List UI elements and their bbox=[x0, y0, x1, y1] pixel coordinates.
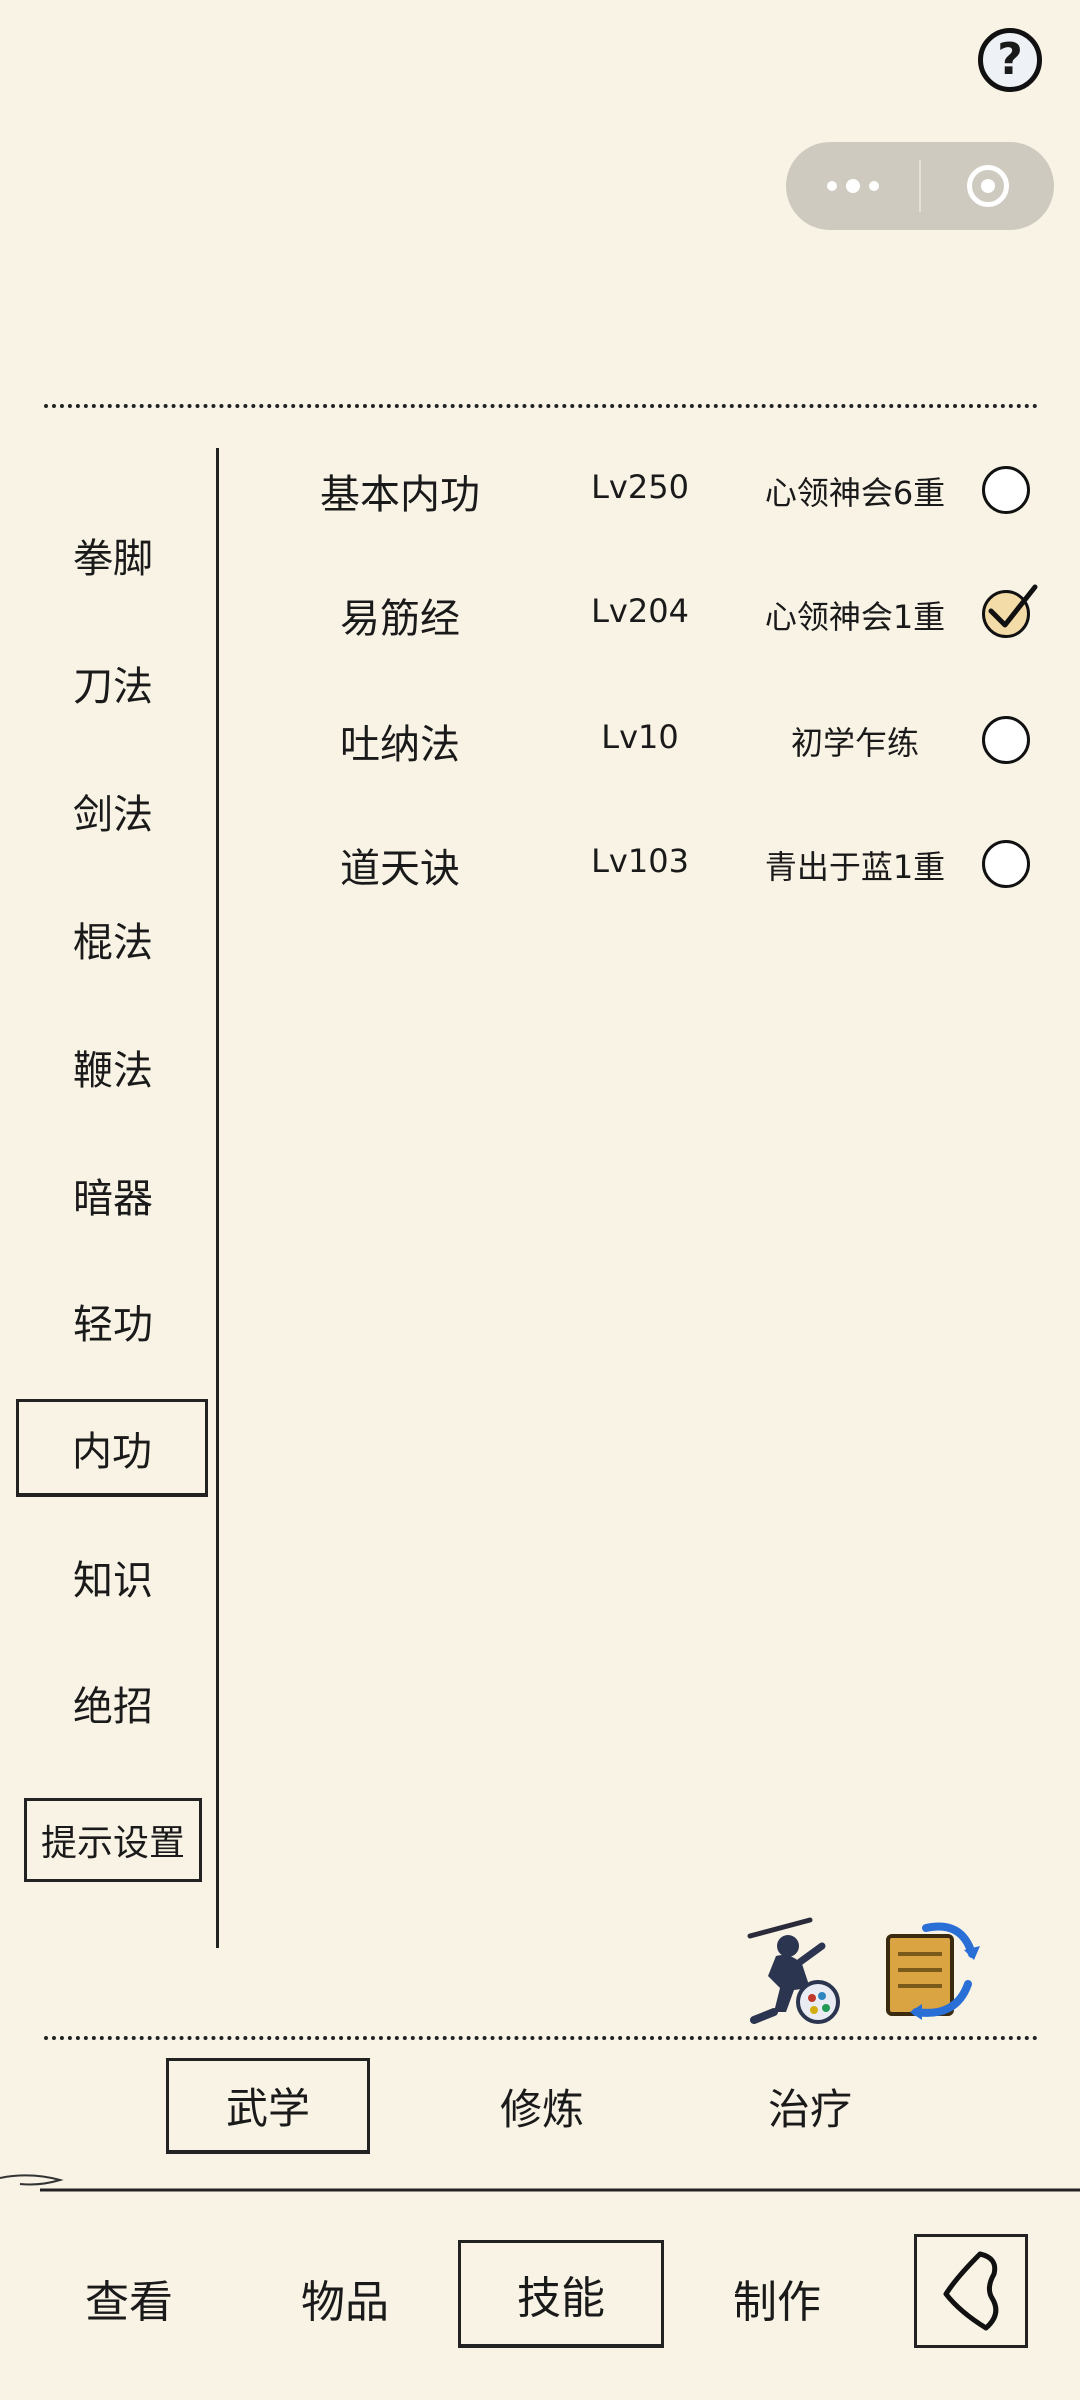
nav-wupin[interactable]: 物品 bbox=[242, 2248, 448, 2348]
tab-zhiliao[interactable]: 治疗 bbox=[708, 2058, 912, 2154]
skill-select-radio[interactable] bbox=[982, 584, 1038, 638]
skill-select-radio[interactable] bbox=[982, 716, 1030, 764]
back-arrow-icon bbox=[943, 2251, 999, 2331]
skill-level: Lv204 bbox=[591, 592, 689, 630]
skill-name: 道天诀 bbox=[340, 846, 460, 892]
tab-xiulian[interactable]: 修炼 bbox=[440, 2058, 644, 2154]
skill-level: Lv250 bbox=[591, 468, 689, 506]
skill-name: 吐纳法 bbox=[340, 722, 460, 768]
checkmark-icon bbox=[988, 584, 1038, 628]
sidebar-item-anqi[interactable]: 暗器 bbox=[24, 1154, 202, 1236]
skill-row[interactable]: 道天诀 Lv103 青出于蓝1重 bbox=[220, 822, 1070, 902]
bottom-dotted-divider bbox=[44, 2036, 1038, 2040]
nav-zhizuo[interactable]: 制作 bbox=[674, 2248, 880, 2348]
ninja-fighter-icon[interactable] bbox=[740, 1916, 844, 2026]
target-circle-icon bbox=[966, 165, 1009, 207]
sidebar-item-gunfa[interactable]: 棍法 bbox=[24, 898, 202, 980]
skill-select-radio[interactable] bbox=[982, 466, 1030, 514]
skill-state: 心领神会6重 bbox=[764, 474, 946, 512]
skill-name: 基本内功 bbox=[320, 472, 480, 518]
sidebar-item-bianfa[interactable]: 鞭法 bbox=[24, 1026, 202, 1108]
sidebar-item-neigong[interactable]: 内功 bbox=[16, 1399, 208, 1497]
skill-level: Lv10 bbox=[601, 718, 679, 756]
skill-row[interactable]: 基本内功 Lv250 心领神会6重 bbox=[220, 448, 1070, 528]
ink-brush-divider bbox=[0, 2168, 1080, 2198]
sidebar-item-jianfa[interactable]: 剑法 bbox=[24, 770, 202, 852]
mini-program-capsule bbox=[786, 142, 1054, 230]
skill-name: 易筋经 bbox=[340, 596, 460, 642]
more-dots-icon bbox=[826, 179, 879, 193]
skill-state: 初学乍练 bbox=[790, 724, 919, 762]
nav-chakan[interactable]: 查看 bbox=[26, 2248, 232, 2348]
skill-select-radio[interactable] bbox=[982, 840, 1030, 888]
close-miniprogram-button[interactable] bbox=[921, 142, 1054, 230]
skill-state: 青出于蓝1重 bbox=[764, 848, 946, 886]
back-button[interactable] bbox=[914, 2234, 1028, 2348]
more-menu-button[interactable] bbox=[786, 142, 919, 230]
tip-settings-button[interactable]: 提示设置 bbox=[24, 1798, 202, 1882]
scroll-swap-icon[interactable] bbox=[876, 1914, 984, 2022]
sidebar-item-juezhao[interactable]: 绝招 bbox=[24, 1662, 202, 1744]
skill-state: 心领神会1重 bbox=[764, 598, 946, 636]
sidebar-divider bbox=[216, 448, 219, 1948]
sidebar-item-daofa[interactable]: 刀法 bbox=[24, 642, 202, 724]
tab-wuxue[interactable]: 武学 bbox=[166, 2058, 370, 2154]
skill-level: Lv103 bbox=[591, 842, 689, 880]
sidebar-item-quanjiao[interactable]: 拳脚 bbox=[24, 514, 202, 596]
top-dotted-divider bbox=[44, 404, 1038, 408]
question-mark-icon: ? bbox=[997, 34, 1023, 85]
sidebar-item-qinggong[interactable]: 轻功 bbox=[24, 1280, 202, 1362]
nav-jineng[interactable]: 技能 bbox=[458, 2240, 664, 2348]
skill-row[interactable]: 吐纳法 Lv10 初学乍练 bbox=[220, 698, 1070, 778]
skill-row[interactable]: 易筋经 Lv204 心领神会1重 bbox=[220, 572, 1070, 652]
sidebar-item-zhishi[interactable]: 知识 bbox=[24, 1536, 202, 1618]
help-button[interactable]: ? bbox=[978, 28, 1042, 92]
